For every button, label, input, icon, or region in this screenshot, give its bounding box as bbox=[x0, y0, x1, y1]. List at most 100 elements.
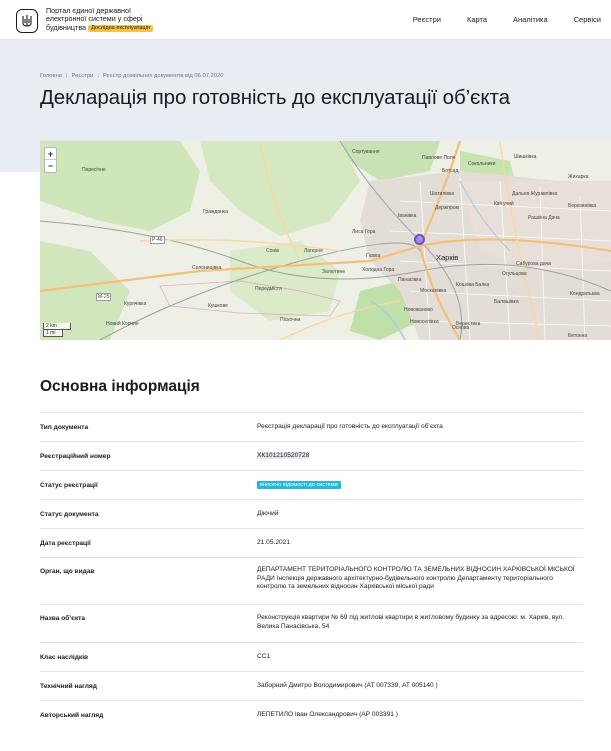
breadcrumb: Головна | Реєстри | Реєстр дозвільних до… bbox=[40, 73, 223, 79]
row-value: ЛЕПЕТИЛО Іван Олександрович (АР 003391 ) bbox=[257, 711, 398, 718]
row-label: Назва об’єкта bbox=[40, 615, 86, 622]
map-label: Піскочни bbox=[280, 317, 301, 323]
nav-registries[interactable]: Реєстри bbox=[413, 15, 441, 24]
map-label: Курячівка bbox=[124, 301, 147, 307]
map-label: Сокольники bbox=[468, 161, 496, 167]
map-label: Квітучий bbox=[494, 201, 514, 207]
site-header: Портал єдиної державної електронної сист… bbox=[0, 0, 611, 40]
beta-badge: Дослідна експлуатація bbox=[88, 24, 153, 32]
map-label: Вереєтика bbox=[456, 321, 481, 327]
row-value: СС1 bbox=[257, 653, 271, 660]
map-view[interactable]: + − Пересічне Сортування Павлове Поле Со… bbox=[40, 141, 611, 340]
breadcrumb-registries[interactable]: Реєстри bbox=[72, 73, 94, 79]
zoom-in-button[interactable]: + bbox=[45, 148, 56, 160]
table-row: Статус документа Діючий bbox=[40, 499, 583, 528]
map-label: Жихарка bbox=[568, 174, 589, 180]
table-row: Дата реєстрації 21.05.2021 bbox=[40, 528, 583, 557]
table-row: Орган, що видав ДЕПАРТАМЕНТ ТЕРИТОРІАЛЬН… bbox=[40, 557, 583, 604]
map-city-label: Харків bbox=[436, 253, 459, 262]
map-label: Лагерне bbox=[304, 248, 323, 254]
row-label: Авторський нагляд bbox=[40, 712, 104, 719]
zoom-out-button[interactable]: − bbox=[45, 160, 56, 172]
row-value: 21.05.2021 bbox=[257, 539, 291, 546]
map-label: Новий Корчин bbox=[106, 321, 139, 327]
table-row: Тип документа Реєстрація декларації про … bbox=[40, 412, 583, 441]
map-label: Шатилівка bbox=[430, 191, 455, 197]
map-label: Холодна Гора bbox=[362, 267, 395, 273]
map-label: Бетонна bbox=[568, 333, 588, 339]
trident-icon bbox=[22, 15, 32, 27]
table-row: Клас наслідків СС1 bbox=[40, 642, 583, 671]
map-label: Лиса Гора bbox=[352, 229, 376, 235]
row-label: Технічний нагляд bbox=[40, 683, 97, 690]
row-value: Діючий bbox=[257, 510, 279, 517]
row-value: Реєстрація декларації про готовність до … bbox=[257, 423, 443, 430]
map-label: Новожаново bbox=[404, 307, 433, 313]
map-label: Новоселівка bbox=[410, 319, 439, 325]
row-label: Клас наслідків bbox=[40, 654, 89, 661]
map-label: Держпром bbox=[435, 205, 459, 211]
nav-map[interactable]: Карта bbox=[467, 15, 487, 24]
table-row: Реєстраційний номер ХК101210520728 bbox=[40, 441, 583, 470]
map-label: Ботсад bbox=[442, 168, 459, 174]
trident-logo-icon[interactable] bbox=[16, 9, 38, 33]
scale-mi: 1 mi bbox=[43, 330, 63, 337]
row-label: Дата реєстрації bbox=[40, 540, 91, 547]
breadcrumb-separator: | bbox=[97, 73, 99, 79]
map-label: Панасівка bbox=[398, 277, 422, 283]
map-tiles[interactable] bbox=[40, 141, 611, 340]
row-value: Реконструкція квартири № 69 під житлові … bbox=[257, 614, 565, 630]
map-label: Гієвка bbox=[366, 253, 381, 259]
row-label: Реєстраційний номер bbox=[40, 453, 111, 460]
registration-number: ХК101210520728 bbox=[257, 452, 310, 459]
brand-line-3: будівництва bbox=[46, 22, 87, 32]
scale-km: 2 km bbox=[43, 323, 71, 330]
map-label: Балашівка bbox=[494, 299, 519, 305]
road-shield-m25: М-25 bbox=[96, 293, 112, 301]
row-label: Орган, що видав bbox=[40, 568, 95, 575]
row-label: Статус реєстрації bbox=[40, 482, 98, 489]
map-label: Березинівка bbox=[568, 203, 597, 209]
table-row: Технічний нагляд Заборний Дмитро Володим… bbox=[40, 671, 583, 700]
map-label: Пересічне bbox=[82, 167, 106, 173]
page-title: Декларація про готовність до експлуатаці… bbox=[40, 86, 510, 109]
map-scale: 2 km 1 mi bbox=[43, 323, 71, 337]
map-label: Шишківка bbox=[514, 154, 537, 160]
map-label: Павлове Поле bbox=[422, 155, 456, 161]
row-value: ДЕПАРТАМЕНТ ТЕРИТОРІАЛЬНОГО КОНТРОЛЮ ТА … bbox=[257, 566, 575, 590]
map-label: Кушкове bbox=[208, 303, 228, 309]
map-label: Солоницівка bbox=[192, 265, 222, 271]
info-table: Тип документа Реєстрація декларації про … bbox=[40, 412, 583, 729]
zoom-controls: + − bbox=[44, 147, 57, 173]
table-row: Авторський нагляд ЛЕПЕТИЛО Іван Олександ… bbox=[40, 700, 583, 729]
table-row: Статус реєстрації внесено відомості до с… bbox=[40, 470, 583, 499]
map-label: Рашкіна Дача bbox=[528, 215, 560, 221]
nav-analytics[interactable]: Аналітика bbox=[513, 15, 548, 24]
map-label: Москалівка bbox=[420, 288, 447, 294]
map-label: Гражданка bbox=[203, 209, 228, 215]
brand-title[interactable]: Портал єдиної державної електронної сист… bbox=[46, 6, 176, 32]
main-nav: Реєстри Карта Аналітика Сервіси bbox=[413, 15, 601, 24]
road-shield-p46: Р-46 bbox=[150, 236, 165, 244]
map-label: Сабурова дача bbox=[516, 261, 551, 267]
breadcrumb-current[interactable]: Реєстр дозвільних документів від 06.07.2… bbox=[103, 73, 224, 79]
row-value: Заборний Дмитро Володимирович (АТ 007339… bbox=[257, 682, 438, 689]
map-label: Кошова Балка bbox=[456, 282, 490, 288]
map-label: Огульцова bbox=[502, 271, 527, 277]
status-badge: внесено відомості до системи bbox=[257, 481, 341, 489]
breadcrumb-separator: | bbox=[66, 73, 68, 79]
row-label: Статус документа bbox=[40, 511, 99, 518]
map-label: Сортування bbox=[352, 149, 380, 155]
map-label: Залютине bbox=[322, 269, 345, 275]
map-label: Дальня Журавлівка bbox=[512, 191, 558, 197]
nav-services[interactable]: Сервіси bbox=[574, 15, 601, 24]
table-row: Назва об’єкта Реконструкція квартири № 6… bbox=[40, 604, 583, 642]
map-label: Іванівка bbox=[398, 213, 417, 219]
location-marker-icon[interactable] bbox=[414, 234, 425, 245]
map-label: Сонів bbox=[266, 248, 279, 254]
breadcrumb-home[interactable]: Головна bbox=[40, 73, 62, 79]
map-label: Кондратьєва bbox=[570, 291, 600, 297]
map-label: Передмістя bbox=[255, 286, 282, 292]
row-label: Тип документа bbox=[40, 424, 89, 431]
section-title: Основна інформація bbox=[40, 378, 200, 395]
